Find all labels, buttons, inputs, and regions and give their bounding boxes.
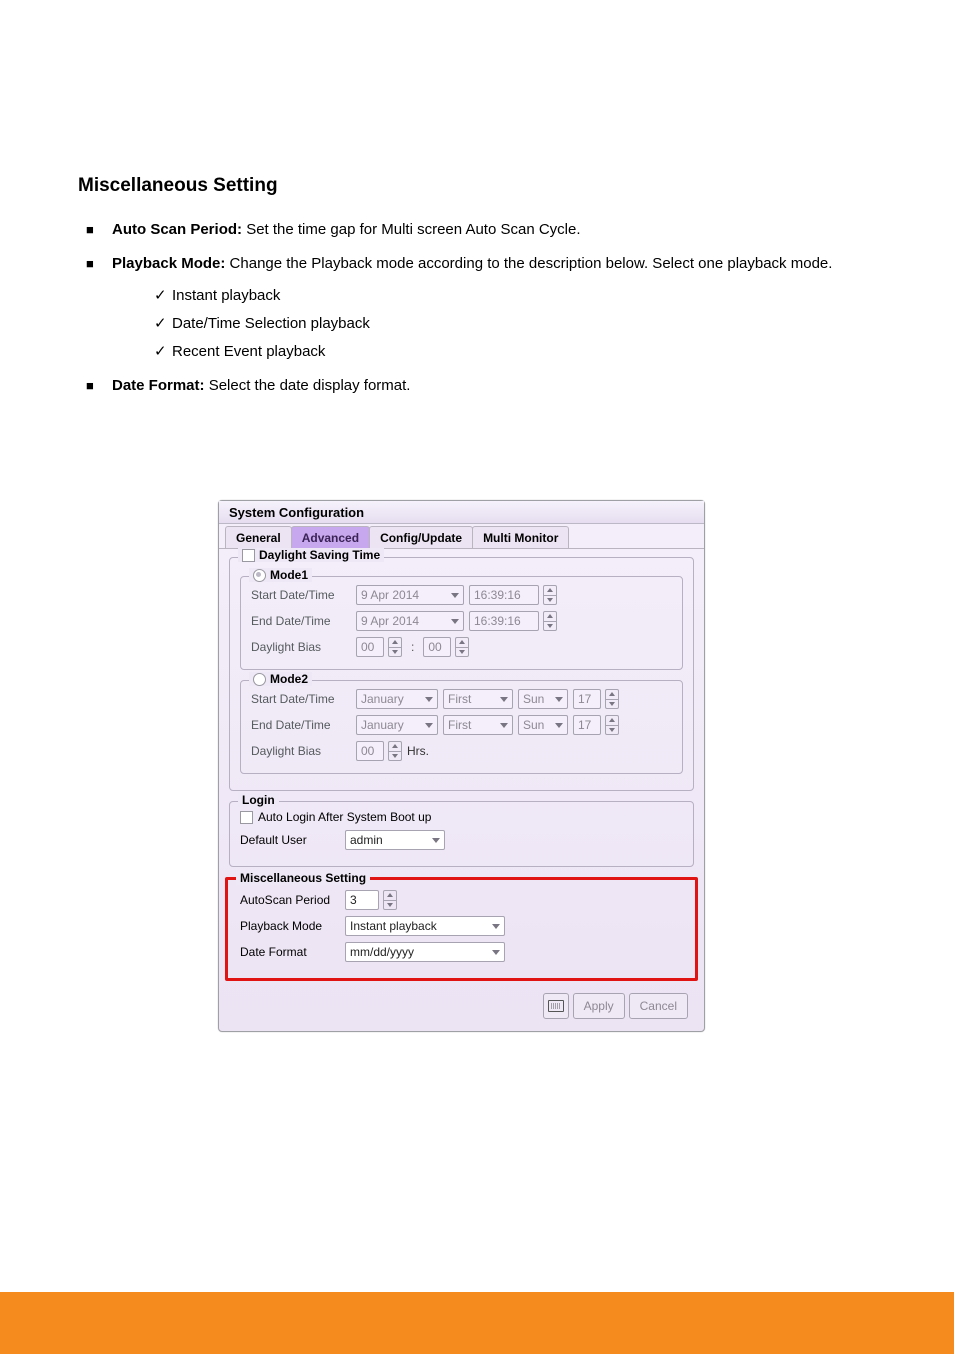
bias-separator: : [407, 640, 418, 654]
autologin-label: Auto Login After System Boot up [258, 810, 431, 824]
mode2-start-dow-dropdown[interactable]: Sun [518, 689, 568, 709]
keyboard-button[interactable] [543, 993, 569, 1019]
mode1-bias-mins[interactable]: 00 [423, 637, 451, 657]
chevron-down-icon [451, 591, 459, 599]
default-user-label: Default User [240, 833, 340, 847]
system-configuration-dialog: System Configuration General Advanced Co… [218, 500, 705, 1032]
chevron-down-icon [500, 695, 508, 703]
mode2-title: Mode2 [270, 672, 308, 686]
mode2-start-month-dropdown[interactable]: January [356, 689, 438, 709]
playback-option: Instant playback [112, 285, 878, 307]
bullet-autoscan-desc: Set the time gap for Multi screen Auto S… [246, 221, 580, 238]
chevron-down-icon [492, 922, 500, 930]
cancel-button[interactable]: Cancel [629, 993, 688, 1019]
mode2-start-label: Start Date/Time [251, 692, 351, 706]
autoscan-label: AutoScan Period [240, 893, 340, 907]
mode2-end-month-dropdown[interactable]: January [356, 715, 438, 735]
bullet-autoscan: Auto Scan Period: Set the time gap for M… [78, 219, 878, 241]
bullet-dateformat: Date Format: Select the date display for… [78, 375, 878, 397]
mode1-end-time-stepper[interactable] [543, 611, 557, 631]
footer-bar [0, 1292, 954, 1354]
chevron-down-icon [492, 948, 500, 956]
mode1-bias-hours-stepper[interactable] [388, 637, 402, 657]
dst-mode1-group: Mode1 Start Date/Time 9 Apr 2014 16:39:1… [240, 576, 683, 670]
section-title: Miscellaneous Setting [78, 175, 878, 197]
bullet-playback-desc: Change the Playback mode according to th… [230, 255, 833, 272]
keyboard-icon [548, 1000, 564, 1012]
mode2-end-ord-dropdown[interactable]: First [443, 715, 513, 735]
dst-group-title: Daylight Saving Time [259, 548, 380, 562]
tab-advanced[interactable]: Advanced [291, 526, 370, 548]
mode1-bias-label: Daylight Bias [251, 640, 351, 654]
playback-option: Recent Event playback [112, 341, 878, 363]
mode1-bias-mins-stepper[interactable] [455, 637, 469, 657]
playback-mode-dropdown[interactable]: Instant playback [345, 916, 505, 936]
default-user-dropdown[interactable]: admin [345, 830, 445, 850]
mode1-title: Mode1 [270, 568, 308, 582]
date-format-dropdown[interactable]: mm/dd/yyyy [345, 942, 505, 962]
bullet-dateformat-desc: Select the date display format. [209, 377, 411, 394]
mode2-end-dow-dropdown[interactable]: Sun [518, 715, 568, 735]
autoscan-period-field[interactable]: 3 [345, 890, 379, 910]
mode2-hrs-label: Hrs. [407, 744, 429, 758]
mode1-end-label: End Date/Time [251, 614, 351, 628]
mode1-end-time-field[interactable]: 16:39:16 [469, 611, 539, 631]
mode2-start-hour-field[interactable]: 17 [573, 689, 601, 709]
misc-highlight-box: Miscellaneous Setting AutoScan Period 3 … [225, 877, 698, 981]
chevron-down-icon [555, 695, 563, 703]
mode1-start-time-field[interactable]: 16:39:16 [469, 585, 539, 605]
tab-multi-monitor[interactable]: Multi Monitor [472, 526, 569, 548]
misc-group: Miscellaneous Setting AutoScan Period 3 … [228, 880, 695, 978]
autoscan-period-stepper[interactable] [383, 890, 397, 910]
bullet-playback-label: Playback Mode: [112, 255, 225, 272]
tab-general[interactable]: General [225, 526, 292, 548]
dialog-title: System Configuration [219, 501, 704, 524]
date-format-label: Date Format [240, 945, 340, 959]
mode2-radio[interactable] [253, 673, 266, 686]
chevron-down-icon [451, 617, 459, 625]
mode1-start-time-stepper[interactable] [543, 585, 557, 605]
mode2-start-hour-stepper[interactable] [605, 689, 619, 709]
mode2-bias-hours[interactable]: 00 [356, 741, 384, 761]
mode1-start-label: Start Date/Time [251, 588, 351, 602]
misc-group-title: Miscellaneous Setting [236, 871, 370, 885]
mode2-end-hour-field[interactable]: 17 [573, 715, 601, 735]
mode2-end-label: End Date/Time [251, 718, 351, 732]
playback-mode-label: Playback Mode [240, 919, 340, 933]
mode1-radio[interactable] [253, 569, 266, 582]
mode2-start-ord-dropdown[interactable]: First [443, 689, 513, 709]
dst-enable-checkbox[interactable] [242, 549, 255, 562]
login-group: Login Auto Login After System Boot up De… [229, 801, 694, 867]
bullet-playback: Playback Mode: Change the Playback mode … [78, 253, 878, 363]
chevron-down-icon [555, 721, 563, 729]
chevron-down-icon [500, 721, 508, 729]
mode1-start-date-dropdown[interactable]: 9 Apr 2014 [356, 585, 464, 605]
mode2-end-hour-stepper[interactable] [605, 715, 619, 735]
mode2-bias-hours-stepper[interactable] [388, 741, 402, 761]
login-group-title: Login [238, 793, 279, 807]
autologin-checkbox[interactable] [240, 811, 253, 824]
bullet-autoscan-label: Auto Scan Period: [112, 221, 242, 238]
mode2-bias-label: Daylight Bias [251, 744, 351, 758]
tab-config-update[interactable]: Config/Update [369, 526, 473, 548]
tab-bar: General Advanced Config/Update Multi Mon… [219, 526, 704, 549]
playback-option: Date/Time Selection playback [112, 313, 878, 335]
chevron-down-icon [425, 721, 433, 729]
mode1-end-date-dropdown[interactable]: 9 Apr 2014 [356, 611, 464, 631]
bullet-dateformat-label: Date Format: [112, 377, 205, 394]
chevron-down-icon [425, 695, 433, 703]
apply-button[interactable]: Apply [573, 993, 625, 1019]
chevron-down-icon [432, 836, 440, 844]
dst-mode2-group: Mode2 Start Date/Time January First Sun … [240, 680, 683, 774]
mode1-bias-hours[interactable]: 00 [356, 637, 384, 657]
dst-group: Daylight Saving Time Mode1 Start Date/Ti… [229, 557, 694, 791]
